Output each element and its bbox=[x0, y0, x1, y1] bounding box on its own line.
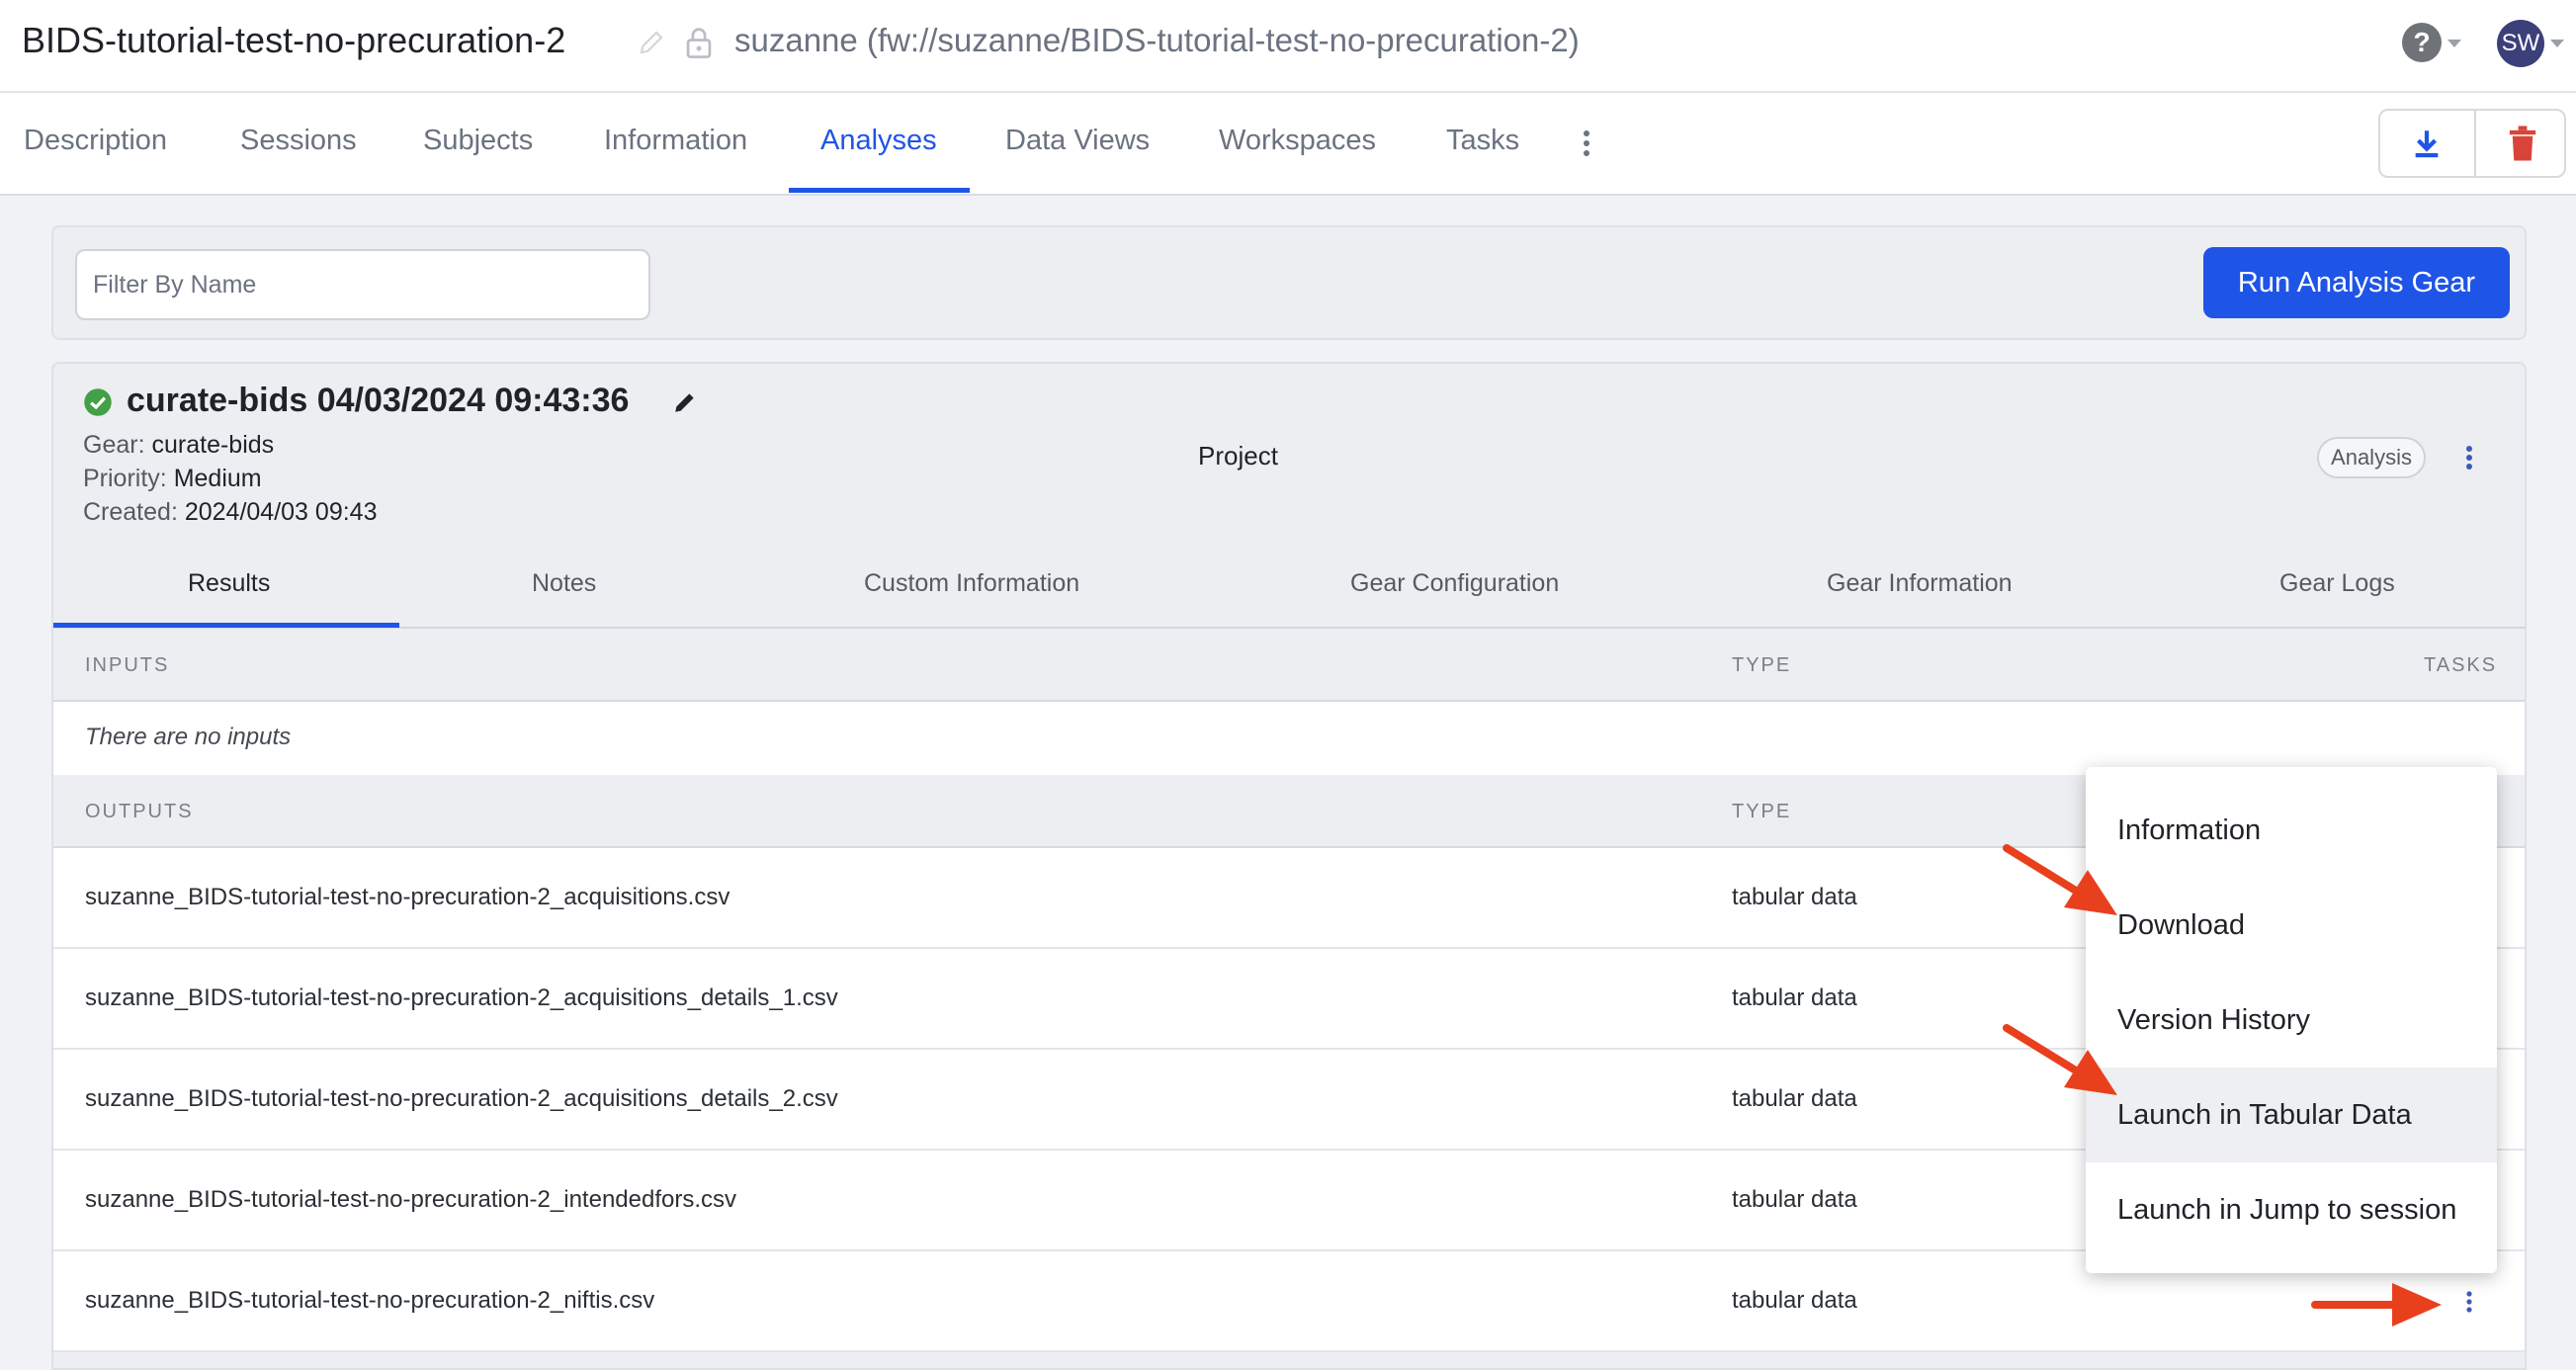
help-caret-icon[interactable] bbox=[2447, 40, 2461, 47]
edit-pencil-icon[interactable] bbox=[672, 389, 698, 415]
inputs-column-header: INPUTS bbox=[85, 654, 170, 676]
tasks-column-header: TASKS bbox=[2424, 654, 2498, 676]
tab-information[interactable]: Information bbox=[604, 125, 747, 157]
tab-analyses[interactable]: Analyses bbox=[820, 125, 937, 157]
tab-gear-information[interactable]: Gear Information bbox=[1827, 569, 2013, 598]
avatar-caret-icon[interactable] bbox=[2550, 40, 2564, 47]
menu-item-information[interactable]: Information bbox=[2086, 783, 2497, 878]
project-path: suzanne (fw://suzanne/BIDS-tutorial-test… bbox=[734, 22, 1580, 58]
output-file-name[interactable]: suzanne_BIDS-tutorial-test-no-precuratio… bbox=[85, 1186, 736, 1214]
output-file-name[interactable]: suzanne_BIDS-tutorial-test-no-precuratio… bbox=[85, 1287, 654, 1315]
menu-item-launch-jump-to-session[interactable]: Launch in Jump to session bbox=[2086, 1162, 2497, 1257]
analysis-title: curate-bids 04/03/2024 09:43:36 bbox=[127, 382, 630, 419]
output-file-type: tabular data bbox=[1732, 1085, 1857, 1112]
inputs-header: INPUTS TYPE TASKS bbox=[53, 629, 2525, 702]
title-bar: BIDS-tutorial-test-no-precuration-2 suza… bbox=[0, 0, 2576, 93]
help-icon[interactable]: ? bbox=[2402, 23, 2442, 62]
active-tab-indicator bbox=[789, 188, 970, 193]
gear-value: curate-bids bbox=[151, 431, 275, 459]
analysis-kebab-menu-icon[interactable] bbox=[2465, 445, 2473, 471]
user-avatar[interactable]: SW bbox=[2497, 20, 2544, 67]
type-column-header: TYPE bbox=[1732, 801, 1792, 822]
analysis-parent: Project bbox=[1198, 441, 1278, 471]
analysis-badge: Analysis bbox=[2317, 437, 2426, 478]
analysis-tabs: Results Notes Custom Information Gear Co… bbox=[53, 548, 2525, 629]
edit-pencil-icon[interactable] bbox=[637, 28, 666, 57]
output-file-name[interactable]: suzanne_BIDS-tutorial-test-no-precuratio… bbox=[85, 1085, 838, 1113]
active-subtab-indicator bbox=[53, 623, 399, 628]
menu-item-version-history[interactable]: Version History bbox=[2086, 973, 2497, 1068]
outputs-column-header: OUTPUTS bbox=[85, 801, 194, 822]
tab-workspaces[interactable]: Workspaces bbox=[1219, 125, 1376, 157]
output-file-type: tabular data bbox=[1732, 985, 1857, 1011]
download-icon[interactable] bbox=[2410, 127, 2444, 160]
type-column-header: TYPE bbox=[1732, 654, 1792, 676]
inputs-empty-row: There are no inputs bbox=[53, 702, 2525, 775]
analysis-created: Created: 2024/04/03 09:43 bbox=[83, 498, 377, 527]
analysis-priority: Priority: Medium bbox=[83, 465, 262, 493]
project-title: BIDS-tutorial-test-no-precuration-2 bbox=[22, 20, 566, 60]
output-file-type: tabular data bbox=[1732, 1186, 1857, 1213]
tab-description[interactable]: Description bbox=[24, 125, 167, 157]
output-file-name[interactable]: suzanne_BIDS-tutorial-test-no-precuratio… bbox=[85, 985, 838, 1012]
tab-gear-configuration[interactable]: Gear Configuration bbox=[1350, 569, 1559, 598]
project-actions bbox=[2378, 109, 2566, 178]
output-file-type: tabular data bbox=[1732, 1287, 1857, 1314]
filter-bar: Run Analysis Gear bbox=[51, 225, 2527, 340]
trash-icon[interactable] bbox=[2505, 125, 2540, 162]
tab-custom-information[interactable]: Custom Information bbox=[864, 569, 1079, 598]
no-inputs-message: There are no inputs bbox=[85, 724, 292, 750]
output-file-type: tabular data bbox=[1732, 884, 1857, 910]
priority-label: Priority: bbox=[83, 465, 167, 492]
tab-sessions[interactable]: Sessions bbox=[240, 125, 357, 157]
lock-icon bbox=[686, 28, 712, 58]
tab-gear-logs[interactable]: Gear Logs bbox=[2279, 569, 2395, 598]
tab-notes[interactable]: Notes bbox=[532, 569, 596, 598]
filter-by-name-input[interactable] bbox=[75, 249, 650, 320]
tab-tasks[interactable]: Tasks bbox=[1446, 125, 1519, 157]
menu-item-download[interactable]: Download bbox=[2086, 878, 2497, 973]
created-value: 2024/04/03 09:43 bbox=[184, 498, 378, 526]
row-kebab-menu-icon[interactable] bbox=[2465, 1291, 2473, 1313]
check-circle-icon bbox=[84, 388, 112, 416]
gear-label: Gear: bbox=[83, 431, 145, 459]
file-context-menu: Information Download Version History Lau… bbox=[2086, 767, 2497, 1273]
run-analysis-gear-button[interactable]: Run Analysis Gear bbox=[2203, 247, 2510, 318]
menu-item-launch-tabular-data[interactable]: Launch in Tabular Data bbox=[2086, 1068, 2497, 1162]
tab-results[interactable]: Results bbox=[188, 569, 270, 598]
tab-data-views[interactable]: Data Views bbox=[1005, 125, 1150, 157]
more-tabs-kebab-icon[interactable] bbox=[1582, 128, 1591, 158]
action-divider bbox=[2474, 111, 2476, 176]
analysis-gear: Gear: curate-bids bbox=[83, 431, 274, 460]
priority-value: Medium bbox=[173, 465, 262, 492]
project-nav: Description Sessions Subjects Informatio… bbox=[0, 93, 2576, 196]
created-label: Created: bbox=[83, 498, 178, 526]
tab-subjects[interactable]: Subjects bbox=[423, 125, 533, 157]
output-file-name[interactable]: suzanne_BIDS-tutorial-test-no-precuratio… bbox=[85, 884, 730, 911]
